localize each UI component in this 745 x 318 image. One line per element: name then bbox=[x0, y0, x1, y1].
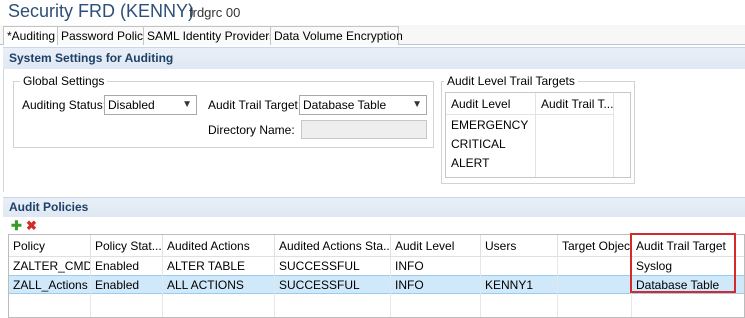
audit-level-cell[interactable]: EMERGENCY bbox=[446, 116, 536, 135]
auditing-status-value: Disabled bbox=[108, 98, 155, 112]
users-cell bbox=[481, 257, 558, 275]
audit-trail-target-highlight bbox=[630, 233, 736, 293]
column-header-audit-level[interactable]: Audit Level bbox=[391, 235, 481, 257]
column-header-users[interactable]: Users bbox=[481, 235, 558, 257]
column-divider bbox=[274, 257, 275, 317]
audit-trail-target-select[interactable]: Database Table ▼ bbox=[299, 95, 427, 115]
audit-level-trail-targets-table: Audit Level Audit Trail T... EMERGENCY C… bbox=[445, 92, 631, 178]
audit-trail-target-value: Database Table bbox=[303, 98, 387, 112]
audited-actions-status-cell: SUCCESSFUL bbox=[279, 278, 360, 292]
policy-status-cell: Enabled bbox=[95, 278, 140, 292]
policy-cell: ZALL_Actions bbox=[13, 278, 88, 292]
users-cell: KENNY1 bbox=[485, 278, 534, 292]
column-divider bbox=[557, 257, 558, 317]
column-divider bbox=[390, 257, 391, 317]
audit-policies-header: Audit Policies bbox=[3, 197, 745, 217]
tab-auditing[interactable]: *Auditing bbox=[3, 26, 58, 45]
audit-level-trail-targets-label: Audit Level Trail Targets bbox=[444, 74, 578, 88]
audit-trail-target-cell[interactable] bbox=[536, 116, 614, 135]
auditing-status-label: Auditing Status: bbox=[22, 98, 107, 112]
audit-level-cell[interactable]: CRITICAL bbox=[446, 135, 536, 154]
column-divider bbox=[480, 257, 481, 317]
tab-password-policy[interactable]: Password Policy bbox=[57, 26, 149, 45]
column-divider bbox=[162, 257, 163, 317]
audit-trail-target-label: Audit Trail Target: bbox=[208, 98, 302, 112]
editor-subtitle: frdgrc 00 bbox=[189, 5, 241, 20]
x-icon[interactable]: ✖ bbox=[26, 219, 37, 233]
directory-name-input[interactable] bbox=[301, 120, 427, 139]
audit-level-cell: INFO bbox=[395, 278, 424, 292]
column-header-audited-actions[interactable]: Audited Actions bbox=[163, 235, 275, 257]
auditing-status-select[interactable]: Disabled ▼ bbox=[104, 95, 197, 115]
tab-saml-identity-providers[interactable]: SAML Identity Providers bbox=[143, 26, 275, 45]
editor-header: Security FRD (KENNY) frdgrc 00 bbox=[0, 0, 745, 25]
audited-actions-status-cell: SUCCESSFUL bbox=[279, 259, 360, 273]
chevron-down-icon: ▼ bbox=[412, 99, 422, 110]
audited-actions-cell: ALTER TABLE bbox=[167, 259, 246, 273]
plus-icon[interactable]: ✚ bbox=[11, 219, 22, 233]
column-header-audited-actions-status[interactable]: Audited Actions Sta... bbox=[275, 235, 391, 257]
audit-level-cell[interactable]: ALERT bbox=[446, 154, 536, 173]
column-header-audit-trail-target[interactable]: Audit Trail T... bbox=[536, 93, 614, 115]
column-divider bbox=[90, 257, 91, 317]
column-header-audit-level[interactable]: Audit Level bbox=[446, 93, 536, 115]
tab-bar: *Auditing Password Policy SAML Identity … bbox=[0, 25, 745, 45]
column-header-target-object[interactable]: Target Object bbox=[558, 235, 632, 257]
audit-trail-target-cell[interactable] bbox=[536, 135, 614, 154]
audit-policies-title: Audit Policies bbox=[9, 200, 89, 214]
system-settings-header: System Settings for Auditing bbox=[3, 47, 745, 69]
audit-trail-target-cell[interactable] bbox=[536, 154, 614, 173]
policy-cell: ZALTER_CMD bbox=[13, 259, 91, 273]
system-settings-title: System Settings for Auditing bbox=[9, 51, 174, 65]
column-header-policy-status[interactable]: Policy Stat... bbox=[91, 235, 163, 257]
audited-actions-cell: ALL ACTIONS bbox=[167, 278, 244, 292]
chevron-down-icon: ▼ bbox=[182, 99, 192, 110]
editor-title: Security FRD (KENNY) bbox=[8, 1, 195, 21]
tab-data-volume-encryption[interactable]: Data Volume Encryption bbox=[270, 26, 403, 45]
column-header-policy[interactable]: Policy bbox=[9, 235, 91, 257]
target-object-cell bbox=[558, 276, 632, 294]
target-object-cell bbox=[558, 257, 632, 275]
audit-level-cell: INFO bbox=[395, 259, 424, 273]
policy-status-cell: Enabled bbox=[95, 259, 140, 273]
directory-name-label: Directory Name: bbox=[208, 123, 295, 137]
global-settings-label: Global Settings bbox=[20, 74, 108, 88]
